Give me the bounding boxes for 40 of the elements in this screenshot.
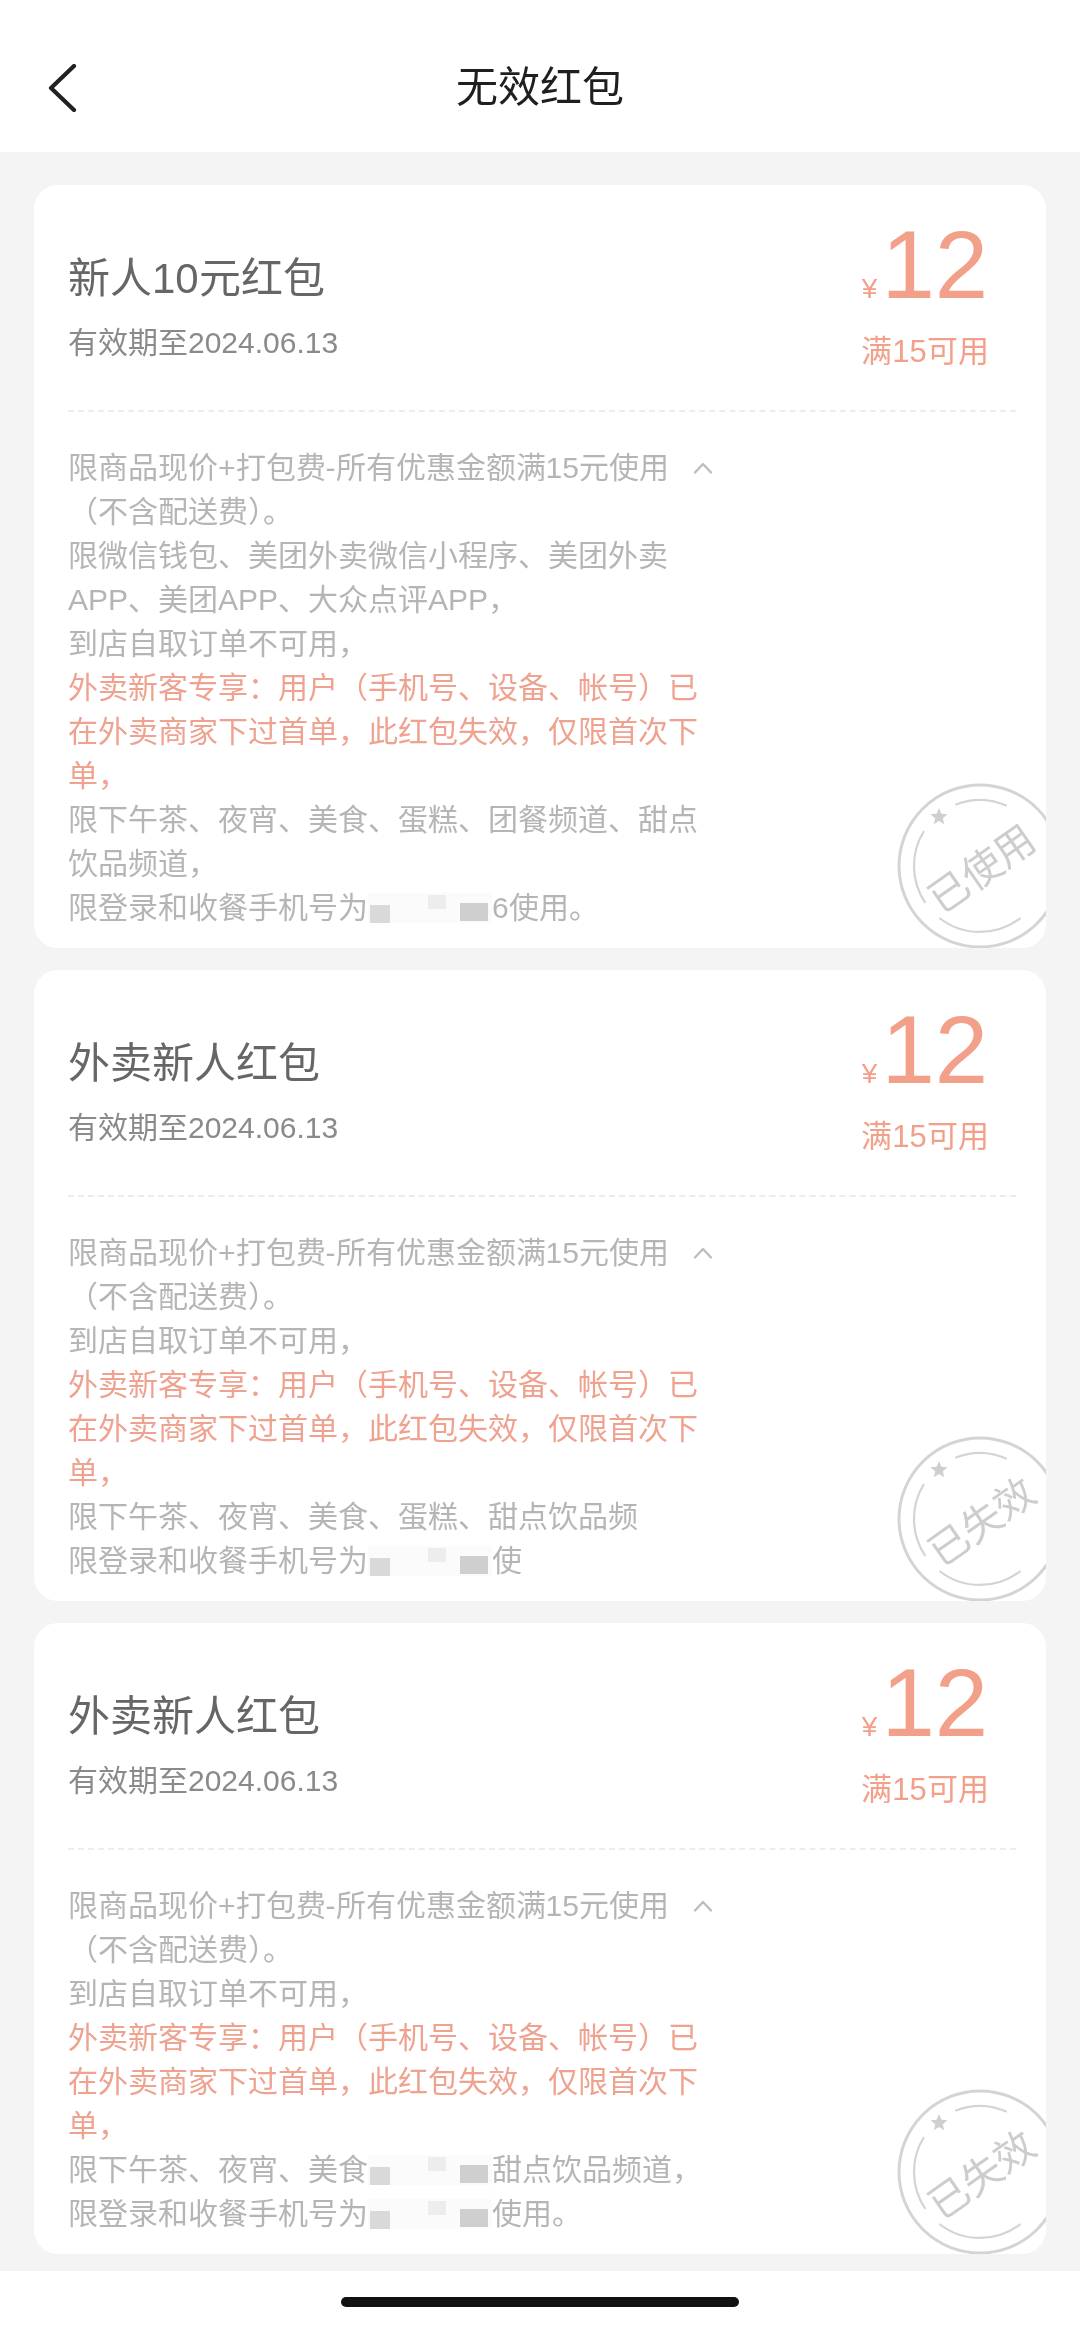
rule-text: （不含配送费）。 [68,494,294,530]
rule-text: 限微信钱包、美团外卖微信小程序、美团外卖APP、美团APP、大众点评APP， [68,538,669,618]
rule-text: 甜点饮品频道， [492,2152,702,2188]
chevron-icon[interactable] [692,462,713,474]
rule-text: 限登录和收餐手机号为 [68,890,368,926]
rule-summary: 限商品现价+打包费-所有优惠金额满15元使用 [68,1888,669,1924]
chevron-icon[interactable] [692,1247,713,1259]
rule-summary: 限商品现价+打包费-所有优惠金额满15元使用 [68,450,669,486]
coupon-title: 外卖新人红包 [68,1692,320,1742]
rule-summary: 限商品现价+打包费-所有优惠金额满15元使用 [68,1235,669,1271]
back-icon[interactable] [47,64,77,112]
rule-text: 到店自取订单不可用， [68,626,369,662]
rule-text: 外卖新客专享：用户（手机号、设备、帐号）已在外卖商家下过首单，此红包失效，仅限首次下单， [68,1367,699,1491]
rule-text: 限下午茶、夜宵、美食、蛋糕、甜点饮品频 [68,1499,639,1535]
rule-text: 6使用。 [492,890,599,926]
threshold-text: 满15可用 [861,333,989,371]
rule-text: （不含配送费）。 [68,1279,294,1315]
rule-text: （不含配送费）。 [68,1932,294,1968]
rule-text: 限登录和收餐手机号为 [68,1543,368,1579]
rule-text: 到店自取订单不可用， [68,1976,369,2012]
rule-text: 限下午茶、夜宵、美食 [68,2152,368,2188]
chevron-icon[interactable] [692,1900,713,1912]
rule-text: 使用。 [492,2196,582,2232]
coupon-title: 外卖新人红包 [68,1039,320,1089]
validity-date: 有效期至2024.06.13 [68,1763,339,1799]
page-title: 无效红包 [456,63,624,113]
amount-text: ¥12 [861,1653,989,1753]
validity-date: 有效期至2024.06.13 [68,1110,339,1146]
amount-text: ¥12 [861,1000,989,1100]
rule-text: 到店自取订单不可用， [68,1323,369,1359]
rule-text: 外卖新客专享：用户（手机号、设备、帐号）已在外卖商家下过首单，此红包失效，仅限首次下单， [68,2020,699,2144]
rule-text: 使 [492,1543,522,1579]
validity-date: 有效期至2024.06.13 [68,325,339,361]
rule-text: 限下午茶、夜宵、美食、蛋糕、团餐频道、甜点饮品频道， [68,802,699,882]
rule-text: 限登录和收餐手机号为 [68,2196,368,2232]
rule-text: 外卖新客专享：用户（手机号、设备、帐号）已在外卖商家下过首单，此红包失效，仅限首次下单， [68,670,699,794]
amount-text: ¥12 [861,215,989,315]
threshold-text: 满15可用 [861,1771,989,1809]
threshold-text: 满15可用 [861,1118,989,1156]
coupon-title: 新人10元红包 [68,254,325,304]
